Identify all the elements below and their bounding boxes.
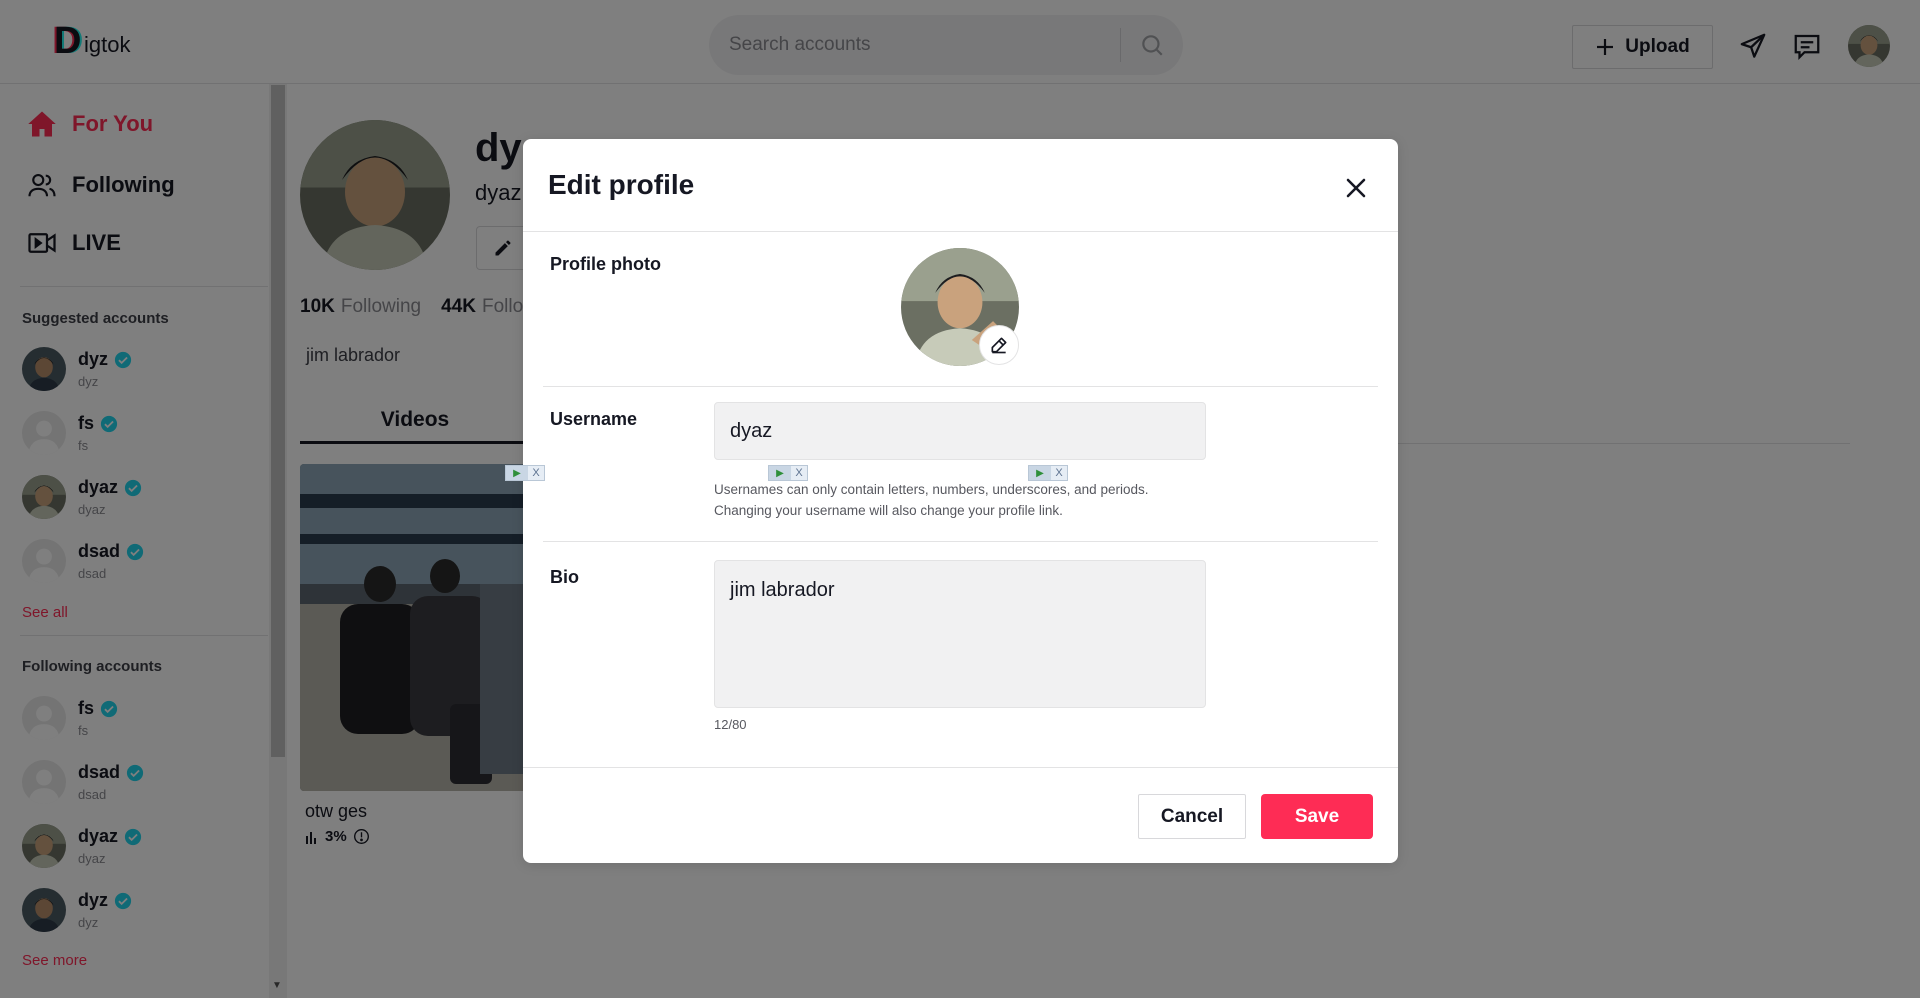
bio-textarea[interactable]: jim labrador <box>714 560 1206 708</box>
ad-widget-icon[interactable]: ▶ X <box>505 465 545 481</box>
edit-profile-modal: Edit profile Profile photo Username dyaz… <box>523 139 1398 863</box>
username-input[interactable]: dyaz <box>714 402 1206 460</box>
modal-divider <box>523 767 1398 768</box>
cancel-button[interactable]: Cancel <box>1138 794 1246 839</box>
modal-title: Edit profile <box>548 169 695 200</box>
bio-char-counter: 12/80 <box>714 717 747 732</box>
modal-divider <box>543 386 1378 387</box>
username-label: Username <box>550 409 638 429</box>
close-icon <box>1346 178 1366 198</box>
save-button[interactable]: Save <box>1261 794 1373 839</box>
username-hint-line2: Changing your username will also change … <box>714 503 1063 518</box>
username-hint-line1: Usernames can only contain letters, numb… <box>714 482 1149 497</box>
bio-label: Bio <box>550 567 579 587</box>
modal-divider <box>543 541 1378 542</box>
modal-divider <box>523 231 1398 232</box>
profile-photo-label: Profile photo <box>550 254 661 274</box>
edit-pencil-icon <box>991 337 1007 354</box>
edit-photo-button[interactable] <box>979 325 1019 365</box>
close-button[interactable] <box>1341 173 1371 203</box>
